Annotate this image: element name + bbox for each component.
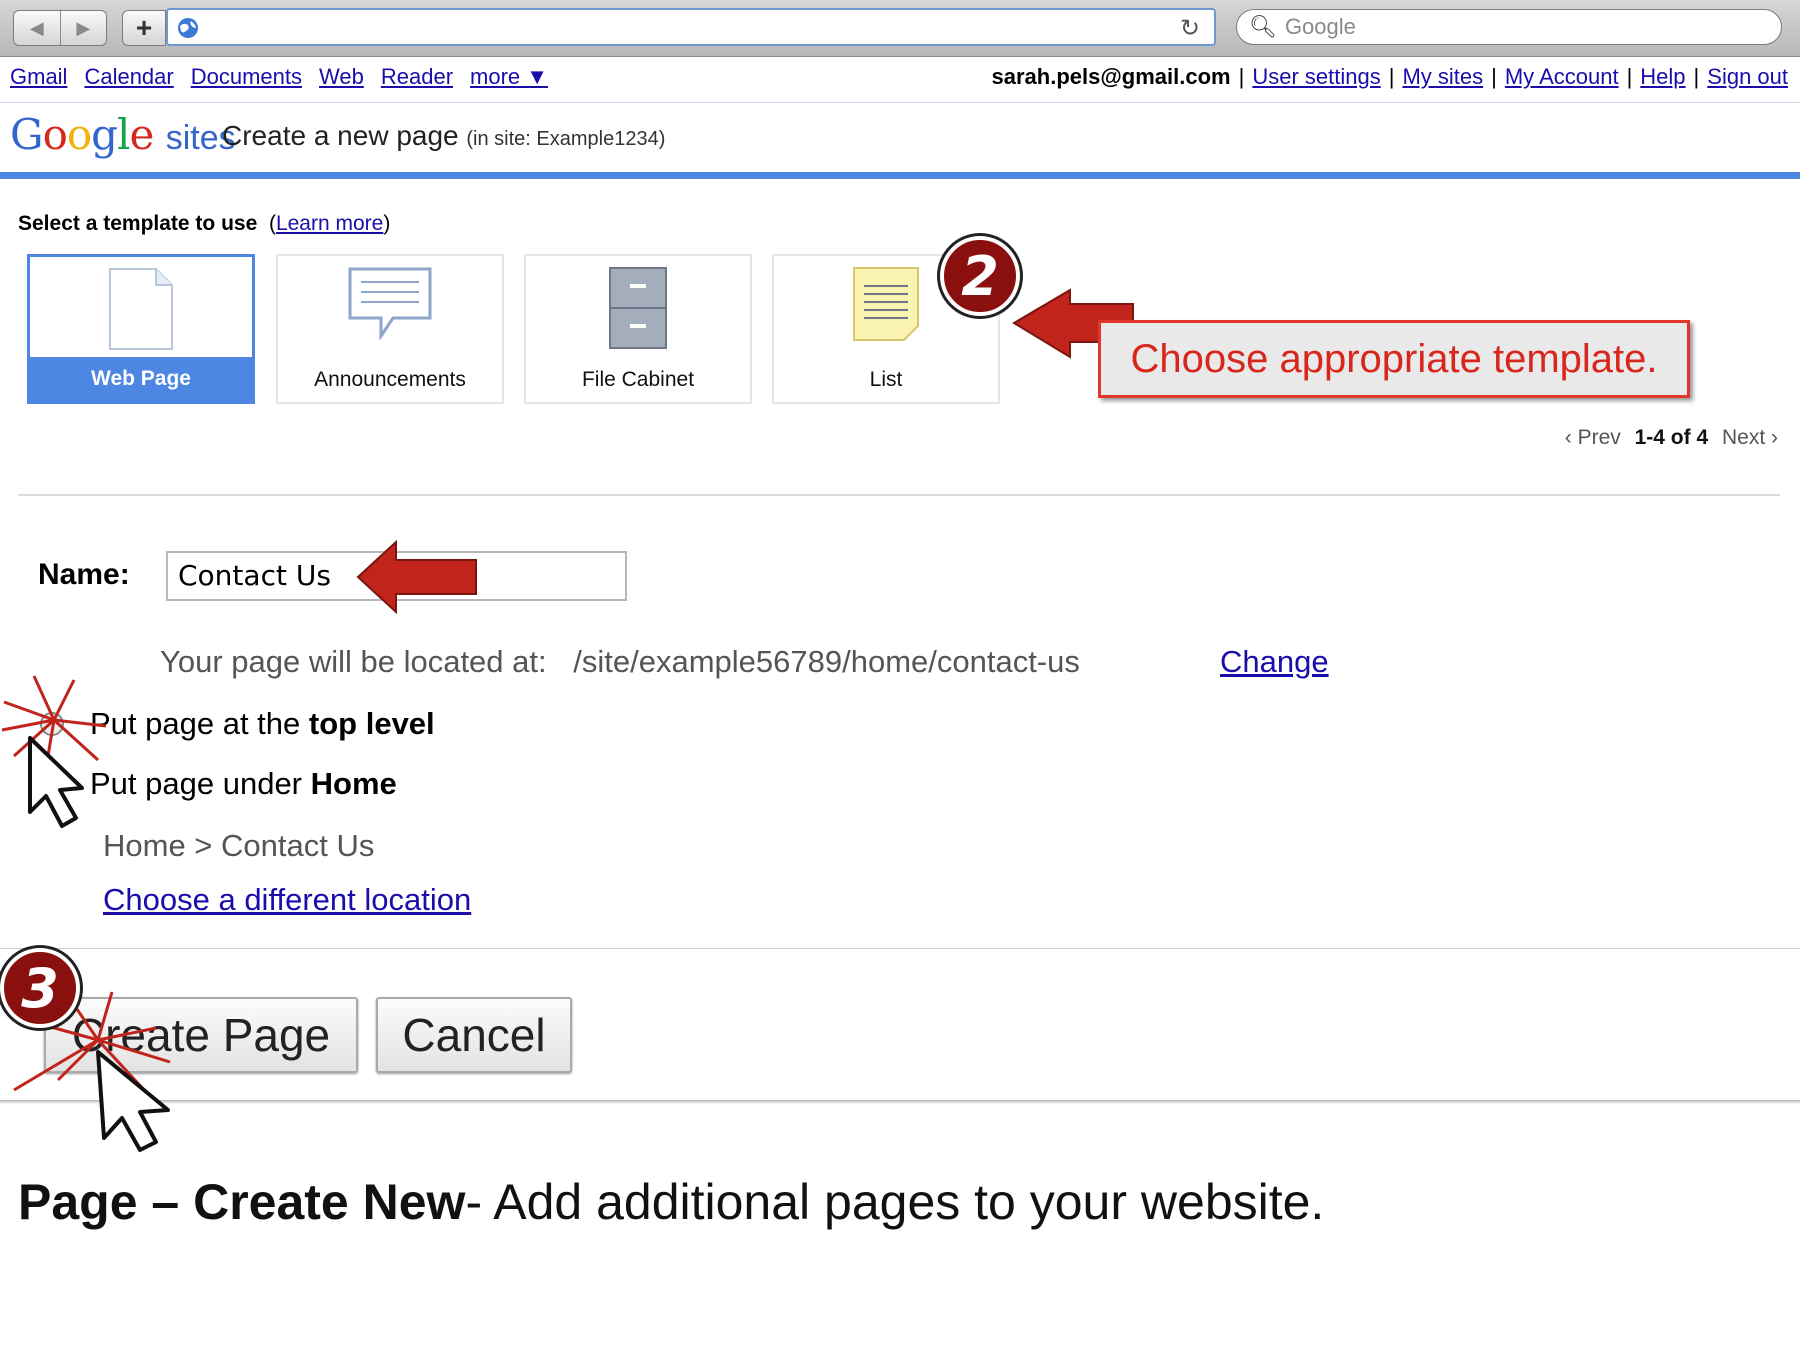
mouse-pointer-icon (96, 1050, 170, 1152)
step-badge-3: 3 (0, 948, 80, 1028)
caption-rest: - Add additional pages to your website. (465, 1174, 1325, 1230)
mouse-pointer-icon (28, 736, 84, 828)
slide-caption: Page – Create New- Add additional pages … (18, 1173, 1324, 1231)
step-badge-2: 2 (940, 236, 1020, 316)
caption-bold: Page – Create New (18, 1174, 466, 1230)
annotation-overlay (1, 288, 1134, 1152)
click-burst-icon (1, 675, 107, 769)
callout-box: Choose appropriate template. (1098, 320, 1690, 398)
arrow-to-name-input-icon (356, 539, 477, 615)
